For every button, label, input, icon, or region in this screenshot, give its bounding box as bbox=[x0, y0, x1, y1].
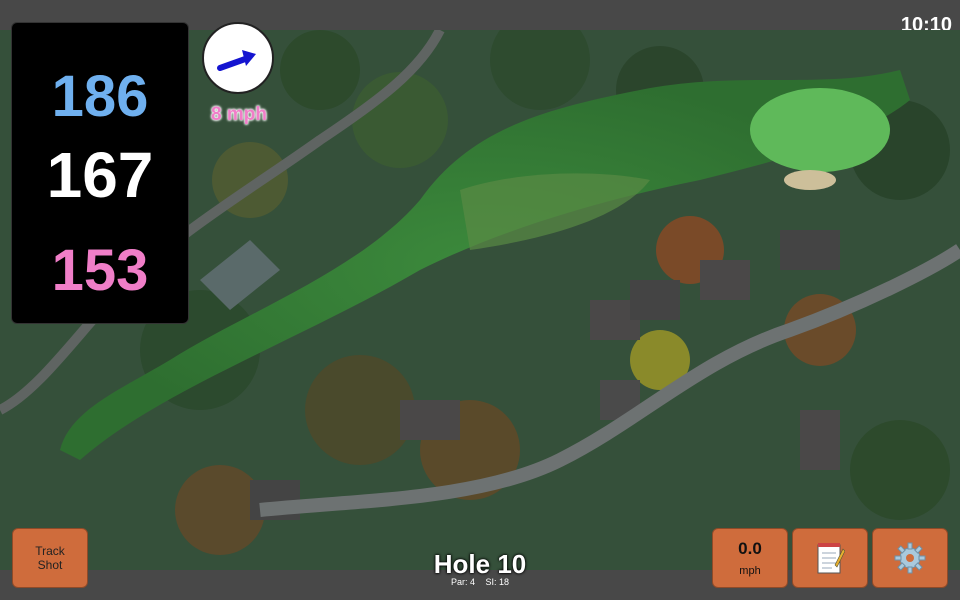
settings-button[interactable] bbox=[872, 528, 948, 588]
track-shot-label-line2: Shot bbox=[37, 558, 63, 572]
speed-unit: mph bbox=[739, 565, 761, 577]
wind-speed: 8 mph bbox=[211, 104, 267, 125]
bunker bbox=[784, 170, 836, 190]
hole-par: Par: 4 bbox=[450, 577, 475, 587]
notepad-icon bbox=[817, 543, 845, 574]
track-shot-label-line1: Track bbox=[35, 544, 65, 558]
distance-panel: 186 167 153 bbox=[11, 22, 189, 324]
hole-stroke-index: SI: 18 bbox=[485, 577, 510, 587]
track-shot-button[interactable]: Track Shot bbox=[12, 528, 88, 588]
distance-back: 186 bbox=[51, 64, 149, 129]
distance-front: 153 bbox=[51, 238, 149, 303]
speed-button[interactable]: 0.0 mph bbox=[712, 528, 788, 588]
gear-icon bbox=[894, 542, 926, 574]
notes-button[interactable] bbox=[792, 528, 868, 588]
hole-title: Hole 10 bbox=[433, 549, 527, 579]
green bbox=[750, 88, 890, 172]
speed-value: 0.0 bbox=[738, 539, 762, 558]
hole-info: Par: 4 SI: 18 bbox=[380, 577, 580, 587]
wind-direction-arrow-icon bbox=[217, 50, 256, 71]
wind-indicator bbox=[202, 22, 274, 94]
distance-middle: 167 bbox=[46, 139, 154, 211]
